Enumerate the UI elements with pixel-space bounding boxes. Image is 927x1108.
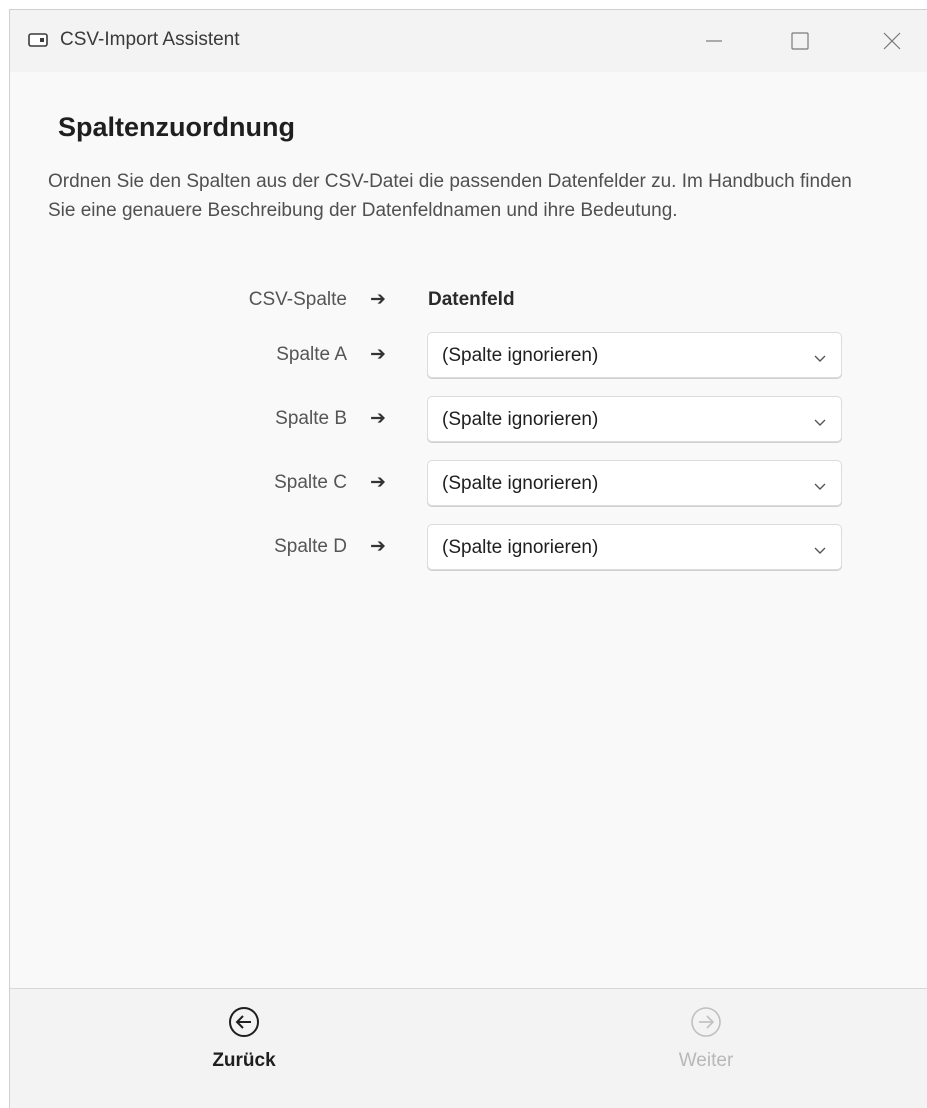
data-field-header: Datenfeld	[428, 289, 515, 310]
arrow-right-icon: ➔	[370, 408, 386, 429]
mapping-row: Spalte C ➔ (Spalte ignorieren)	[10, 460, 910, 508]
back-label: Zurück	[212, 1050, 276, 1071]
next-label: Weiter	[678, 1050, 734, 1071]
data-field-select-b[interactable]: (Spalte ignorieren)	[427, 396, 842, 442]
select-value: (Spalte ignorieren)	[442, 409, 599, 430]
data-field-select-d[interactable]: (Spalte ignorieren)	[427, 524, 842, 570]
arrow-right-icon: ➔	[370, 289, 386, 310]
wizard-page: Spaltenzuordnung Ordnen Sie den Spalten …	[10, 72, 927, 988]
mapping-row: Spalte A ➔ (Spalte ignorieren)	[10, 332, 910, 380]
window-icon	[28, 32, 48, 48]
data-field-select-a[interactable]: (Spalte ignorieren)	[427, 332, 842, 378]
mapping-row: Spalte B ➔ (Spalte ignorieren)	[10, 396, 910, 444]
maximize-button[interactable]	[768, 10, 832, 72]
csv-column-label: Spalte D	[274, 536, 347, 557]
minimize-button[interactable]	[682, 10, 746, 72]
wizard-footer: Zurück Weiter	[10, 988, 927, 1108]
mapping-header: CSV-Spalte ➔ Datenfeld	[10, 277, 910, 325]
chevron-down-icon	[813, 478, 827, 490]
select-value: (Spalte ignorieren)	[442, 537, 599, 558]
wizard-window: CSV-Import Assistent Spaltenzuordnung Or…	[9, 9, 927, 1108]
mapping-row: Spalte D ➔ (Spalte ignorieren)	[10, 524, 910, 572]
chevron-down-icon	[813, 350, 827, 362]
next-button[interactable]: Weiter	[636, 1005, 776, 1095]
back-button[interactable]: Zurück	[174, 1005, 314, 1095]
data-field-select-c[interactable]: (Spalte ignorieren)	[427, 460, 842, 506]
page-title: Spaltenzuordnung	[58, 112, 295, 142]
arrow-right-icon: ➔	[370, 344, 386, 365]
arrow-left-circle-icon	[174, 1005, 314, 1044]
chevron-down-icon	[813, 542, 827, 554]
title-bar[interactable]: CSV-Import Assistent	[10, 10, 927, 72]
arrow-right-icon: ➔	[370, 472, 386, 493]
csv-column-header: CSV-Spalte	[248, 289, 347, 310]
chevron-down-icon	[813, 414, 827, 426]
csv-column-label: Spalte C	[274, 472, 347, 493]
close-button[interactable]	[860, 10, 924, 72]
window-title: CSV-Import Assistent	[60, 29, 240, 50]
select-value: (Spalte ignorieren)	[442, 473, 599, 494]
select-value: (Spalte ignorieren)	[442, 345, 599, 366]
arrow-right-circle-icon	[636, 1005, 776, 1044]
page-description: Ordnen Sie den Spalten aus der CSV-Datei…	[48, 171, 852, 221]
arrow-right-icon: ➔	[370, 536, 386, 557]
csv-column-label: Spalte B	[275, 408, 347, 429]
csv-column-label: Spalte A	[276, 344, 347, 365]
